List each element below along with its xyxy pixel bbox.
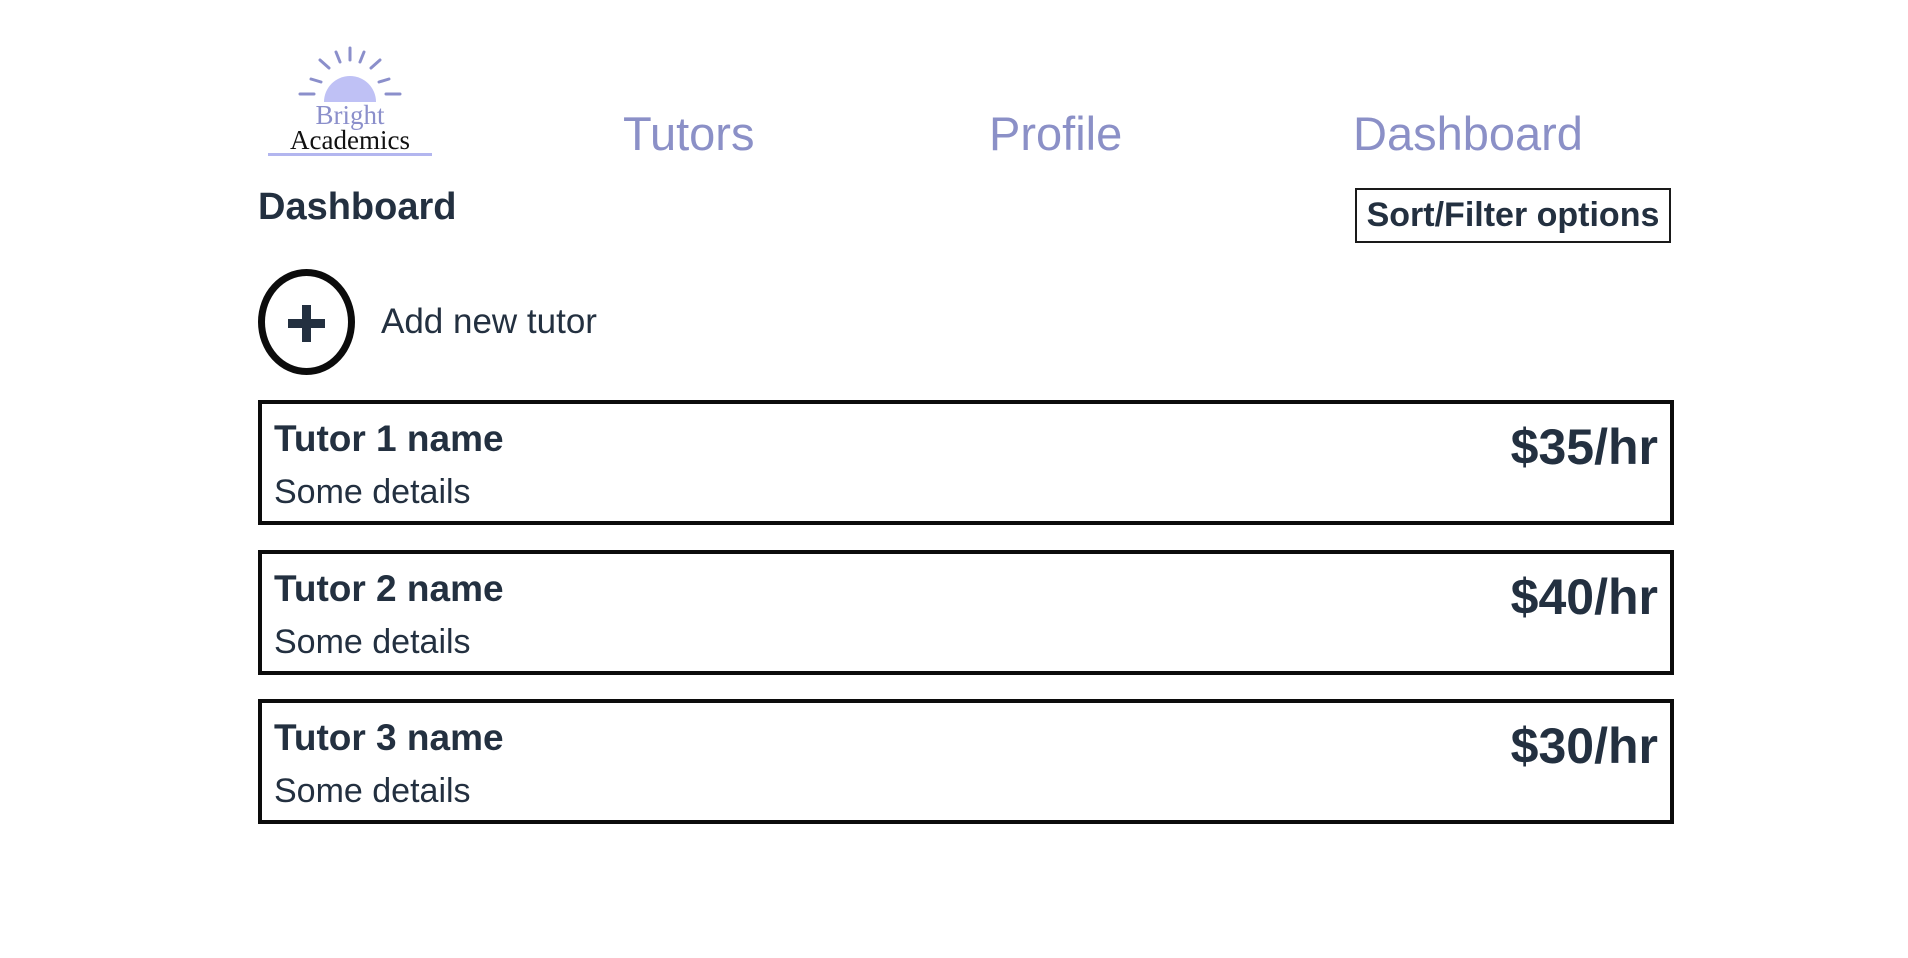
nav-link-tutors[interactable]: Tutors — [623, 110, 754, 157]
page-title: Dashboard — [258, 186, 457, 228]
tutor-rate: $30/hr — [1510, 718, 1658, 774]
nav-link-dashboard[interactable]: Dashboard — [1353, 110, 1583, 157]
nav-link-profile[interactable]: Profile — [989, 110, 1122, 157]
logo-text-academics: Academics — [290, 125, 410, 155]
tutor-details: Some details — [274, 623, 471, 661]
tutor-details: Some details — [274, 772, 471, 810]
tutor-name: Tutor 1 name — [274, 418, 504, 459]
top-navigation: Bright Academics Tutors Profile Dashboar… — [268, 44, 1678, 164]
bright-academics-logo[interactable]: Bright Academics — [268, 44, 432, 158]
tutor-name: Tutor 2 name — [274, 568, 504, 609]
plus-vertical-bar — [302, 305, 311, 342]
tutor-card[interactable]: Tutor 1 name Some details $35/hr — [258, 400, 1674, 525]
sort-filter-button[interactable]: Sort/Filter options — [1355, 188, 1671, 243]
tutor-rate: $40/hr — [1510, 569, 1658, 625]
page: Bright Academics Tutors Profile Dashboar… — [0, 0, 1908, 958]
tutor-card[interactable]: Tutor 2 name Some details $40/hr — [258, 550, 1674, 675]
add-tutor-button[interactable]: Add new tutor — [258, 268, 597, 376]
tutor-rate: $35/hr — [1510, 419, 1658, 475]
tutor-name: Tutor 3 name — [274, 717, 504, 758]
sunrise-icon — [298, 46, 402, 102]
tutor-details: Some details — [274, 473, 471, 511]
tutor-card[interactable]: Tutor 3 name Some details $30/hr — [258, 699, 1674, 824]
add-tutor-label: Add new tutor — [381, 302, 597, 341]
plus-circle-icon[interactable] — [258, 269, 355, 375]
logo-underline — [268, 153, 432, 156]
